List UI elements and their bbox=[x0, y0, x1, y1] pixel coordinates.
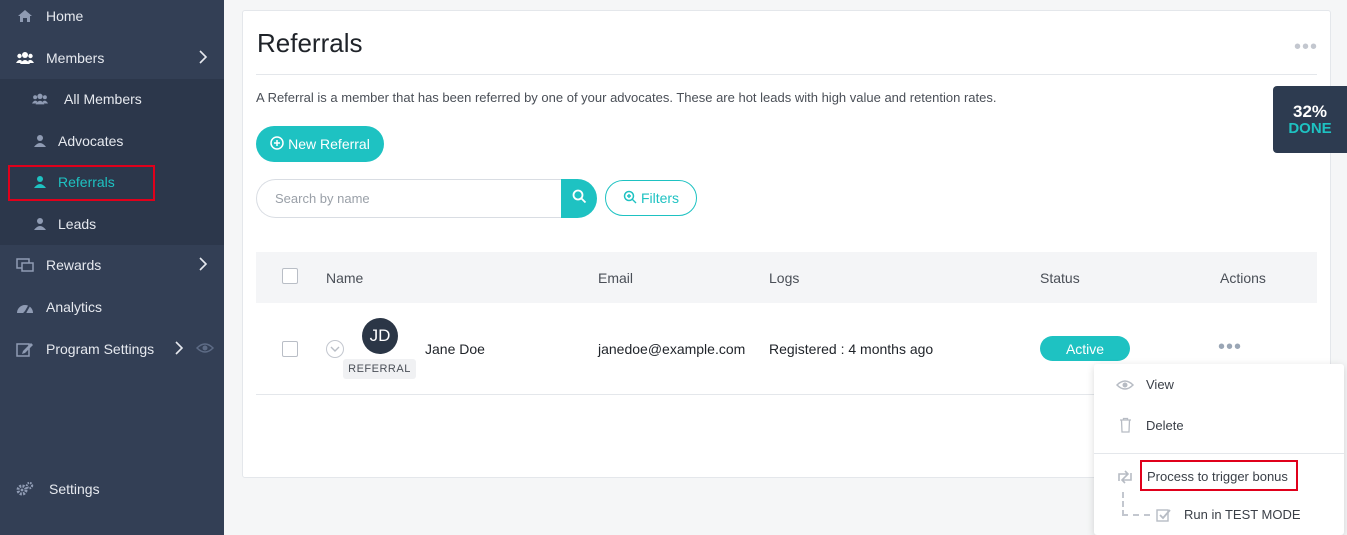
row-checkbox[interactable] bbox=[282, 341, 298, 357]
column-header-actions: Actions bbox=[1220, 270, 1266, 286]
sidebar-item-label: Program Settings bbox=[46, 341, 155, 357]
eye-icon[interactable] bbox=[195, 341, 215, 357]
member-logs: Registered : 4 months ago bbox=[769, 341, 934, 357]
chevron-right-icon bbox=[198, 48, 208, 69]
sidebar-item-program-settings[interactable]: Program Settings bbox=[0, 329, 224, 369]
edit-icon bbox=[16, 340, 34, 358]
users-icon bbox=[16, 49, 34, 67]
status-badge: Active bbox=[1040, 336, 1130, 361]
progress-label: DONE bbox=[1288, 120, 1332, 137]
sidebar-item-label: Advocates bbox=[58, 133, 124, 149]
sidebar-item-label: Rewards bbox=[46, 257, 102, 273]
new-referral-label: New Referral bbox=[288, 136, 370, 152]
member-email: janedoe@example.com bbox=[598, 341, 746, 357]
sidebar-item-advocates[interactable]: Advocates bbox=[0, 121, 224, 161]
search-icon bbox=[572, 189, 587, 209]
progress-badge[interactable]: 32% DONE bbox=[1273, 86, 1347, 153]
member-name[interactable]: Jane Doe bbox=[425, 341, 485, 357]
sidebar-item-label: All Members bbox=[64, 91, 142, 107]
sidebar-item-rewards[interactable]: Rewards bbox=[0, 245, 224, 285]
check-square-icon[interactable] bbox=[1155, 507, 1171, 523]
search-button[interactable] bbox=[561, 179, 597, 218]
sidebar-item-leads[interactable]: Leads bbox=[0, 204, 224, 244]
chevron-right-icon bbox=[174, 340, 184, 358]
column-header-logs[interactable]: Logs bbox=[769, 270, 799, 286]
filters-button[interactable]: Filters bbox=[605, 180, 697, 216]
row-actions-more-icon[interactable]: ••• bbox=[1218, 336, 1242, 359]
rewards-icon bbox=[16, 256, 34, 274]
avatar: JD bbox=[362, 318, 398, 354]
eye-icon bbox=[1116, 378, 1134, 392]
sidebar-item-label: Settings bbox=[49, 481, 100, 497]
sidebar-item-members[interactable]: Members bbox=[0, 38, 224, 78]
column-header-email[interactable]: Email bbox=[598, 270, 633, 286]
trash-icon bbox=[1118, 417, 1132, 433]
new-referral-button[interactable]: New Referral bbox=[256, 126, 384, 162]
title-divider bbox=[256, 74, 1317, 75]
sidebar-item-home[interactable]: Home bbox=[0, 0, 224, 36]
search-input[interactable] bbox=[256, 179, 562, 218]
user-icon bbox=[32, 216, 48, 232]
home-icon bbox=[16, 7, 34, 25]
menu-item-view[interactable]: View bbox=[1146, 377, 1174, 392]
sidebar-item-all-members[interactable]: All Members bbox=[0, 79, 224, 119]
menu-separator bbox=[1094, 453, 1344, 454]
tree-connector bbox=[1122, 492, 1150, 516]
cogs-icon bbox=[16, 480, 34, 498]
plus-circle-icon bbox=[270, 135, 284, 153]
menu-item-delete[interactable]: Delete bbox=[1146, 418, 1184, 433]
column-header-name[interactable]: Name bbox=[326, 270, 363, 286]
select-all-checkbox[interactable] bbox=[282, 268, 298, 284]
retweet-icon bbox=[1116, 470, 1134, 484]
users-icon bbox=[32, 91, 48, 107]
trigger-highlight-box bbox=[1140, 460, 1298, 491]
zoom-plus-icon bbox=[623, 190, 637, 207]
analytics-icon bbox=[16, 298, 34, 316]
page-title: Referrals bbox=[257, 28, 363, 58]
sidebar-item-label: Analytics bbox=[46, 299, 103, 315]
card-more-icon[interactable]: ••• bbox=[1294, 36, 1318, 59]
sidebar-item-settings[interactable]: Settings bbox=[0, 469, 224, 509]
referral-tag: REFERRAL bbox=[343, 359, 416, 379]
search-group bbox=[256, 179, 597, 218]
sidebar-item-analytics[interactable]: Analytics bbox=[0, 287, 224, 327]
progress-percent: 32% bbox=[1292, 102, 1328, 121]
sidebar-item-label: Home bbox=[46, 8, 84, 24]
chevron-right-icon bbox=[198, 255, 208, 276]
filters-label: Filters bbox=[640, 190, 680, 206]
menu-item-test-mode[interactable]: Run in TEST MODE bbox=[1184, 507, 1301, 522]
sidebar: Home Members All Members Advocates Refer… bbox=[0, 0, 224, 535]
column-header-status[interactable]: Status bbox=[1040, 270, 1080, 286]
user-icon bbox=[32, 133, 48, 149]
expand-row-icon[interactable] bbox=[326, 340, 344, 358]
sidebar-item-label: Leads bbox=[58, 216, 97, 232]
sidebar-item-label: Members bbox=[46, 50, 105, 66]
referrals-highlight-box bbox=[8, 165, 155, 201]
page-description: A Referral is a member that has been ref… bbox=[256, 90, 997, 105]
